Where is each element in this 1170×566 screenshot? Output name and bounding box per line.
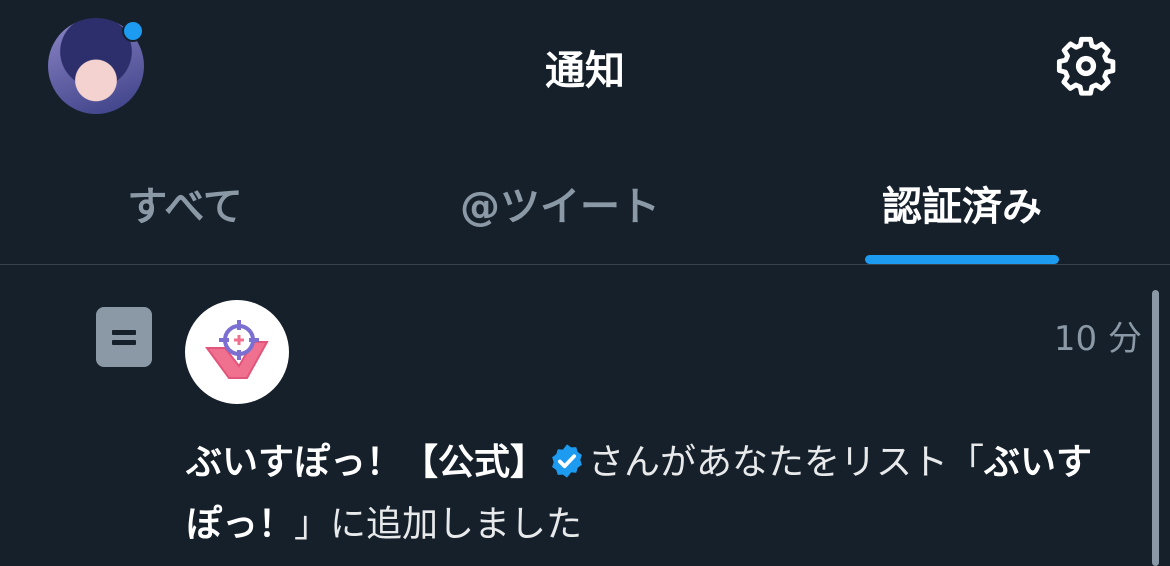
verified-badge-icon bbox=[548, 441, 586, 497]
timestamp: 10 分 bbox=[1053, 319, 1142, 359]
tab-all[interactable]: すべて bbox=[75, 174, 295, 232]
message-middle: さんがあなたをリスト「 bbox=[588, 442, 985, 483]
message-end: 」に追加しました bbox=[294, 504, 583, 545]
tab-mentions[interactable]: @ツイート bbox=[430, 174, 690, 232]
scrollbar[interactable] bbox=[1152, 290, 1159, 566]
top-bar: 通知 bbox=[0, 0, 1170, 136]
notification-item[interactable]: 10 分 ぶいすぽっ！【公式】 さんがあなたをリスト「ぶいすぽっ！」に追加しました bbox=[0, 265, 1170, 566]
actor-name[interactable]: ぶいすぽっ！【公式】 bbox=[186, 442, 546, 483]
tab-verified[interactable]: 認証済み bbox=[850, 174, 1074, 232]
notification-tabs: すべて @ツイート 認証済み bbox=[0, 136, 1170, 264]
page-title: 通知 bbox=[545, 48, 625, 94]
list-icon bbox=[96, 307, 152, 367]
account-avatar[interactable] bbox=[185, 300, 289, 404]
active-tab-indicator bbox=[865, 255, 1059, 264]
gear-icon[interactable] bbox=[1054, 34, 1118, 98]
notification-text: ぶいすぽっ！【公式】 さんがあなたをリスト「ぶいすぽっ！」に追加しました bbox=[186, 435, 1126, 553]
